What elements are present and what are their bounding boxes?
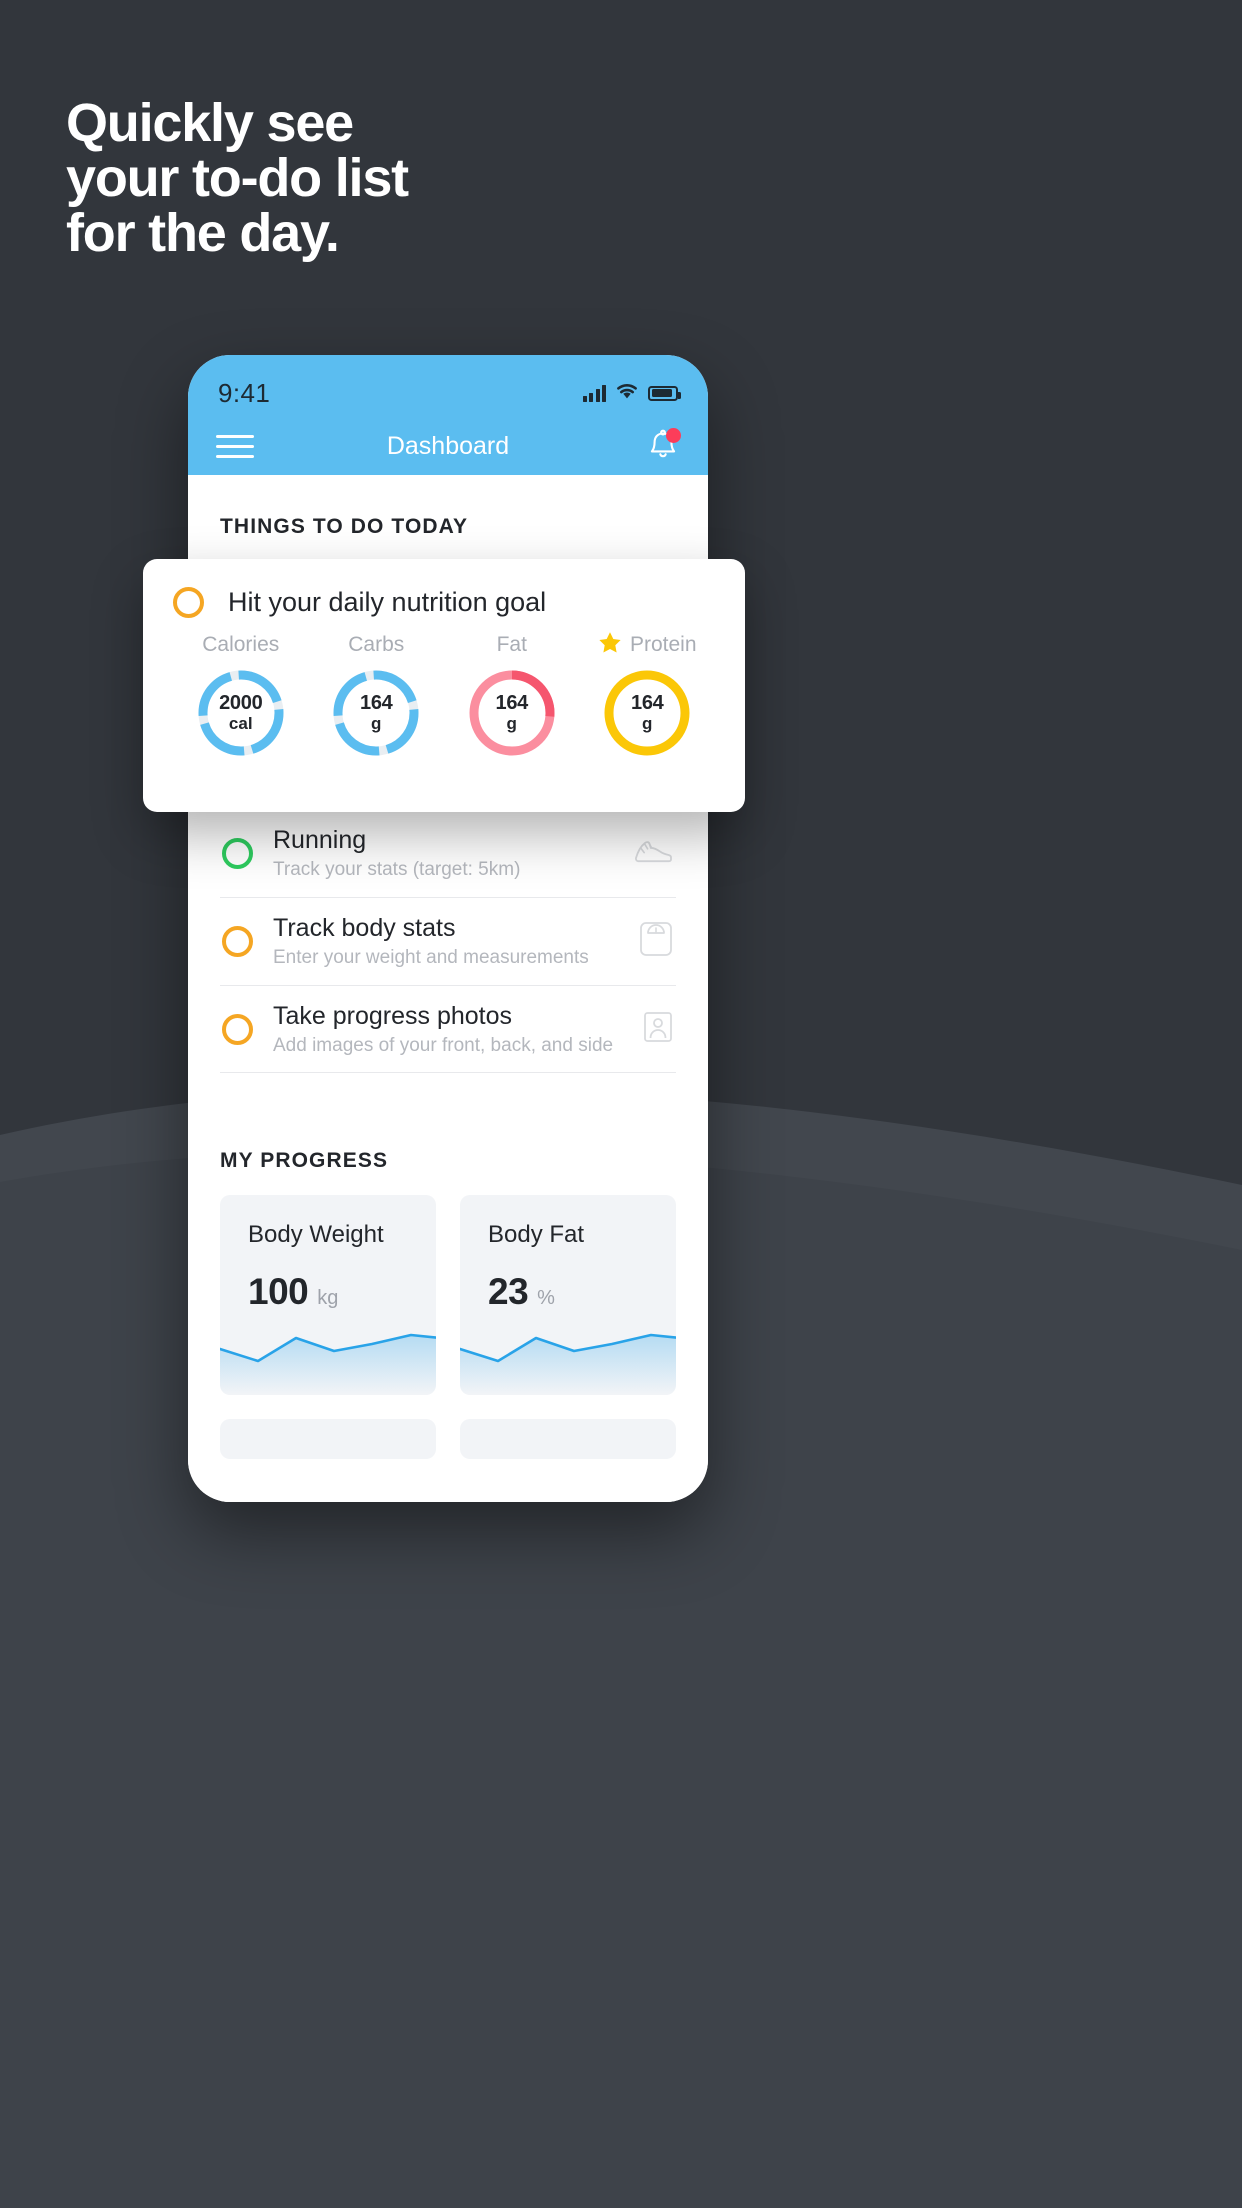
hamburger-menu-icon[interactable]	[216, 434, 254, 458]
task-title: Take progress photos	[273, 1001, 513, 1030]
macro-carbs[interactable]: Carbs 164 g	[309, 632, 445, 760]
progress-card-grid-next-row	[188, 1395, 708, 1460]
task-title: Running	[273, 826, 367, 854]
running-shoe-icon	[630, 834, 674, 873]
nutrition-card-header: Hit your daily nutrition goal	[173, 587, 715, 618]
progress-card-unit: kg	[317, 1287, 339, 1310]
task-text: Take progress photos Add images of your …	[273, 1002, 632, 1058]
macro-unit: cal	[228, 713, 253, 733]
task-subtitle: Add images of your front, back, and side	[273, 1034, 614, 1056]
task-checkbox-running[interactable]	[222, 838, 253, 870]
macro-protein[interactable]: Protein 164 g	[580, 631, 716, 760]
progress-card-number: 23	[488, 1271, 529, 1313]
nutrition-task-checkbox[interactable]	[173, 587, 204, 618]
nutrition-goal-card[interactable]: Hit your daily nutrition goal Calories 2…	[143, 559, 745, 812]
todo-task-list: Running Track your stats (target: 5km) T…	[188, 809, 708, 1074]
notification-badge	[666, 428, 681, 443]
macro-label: Calories	[202, 633, 280, 656]
todo-section-title: THINGS TO DO TODAY	[220, 515, 469, 538]
battery-icon	[648, 385, 681, 401]
macro-unit: g	[642, 713, 653, 733]
headline-line-3: for the day.	[66, 203, 340, 264]
progress-card-partial-left[interactable]	[220, 1419, 436, 1460]
progress-card-body-weight[interactable]: Body Weight 100 kg	[220, 1195, 436, 1396]
headline-line-1: Quickly see	[66, 93, 354, 153]
macro-label: Carbs	[348, 633, 405, 656]
task-row-take-progress-photos[interactable]: Take progress photos Add images of your …	[220, 984, 676, 1073]
macro-center-text: 2000 cal	[194, 666, 288, 760]
headline-line-2: your to-do list	[66, 148, 409, 209]
body-weight-sparkline	[220, 1334, 436, 1396]
macro-value: 2000	[219, 692, 263, 715]
status-icons	[582, 382, 681, 405]
progress-card-label: Body Fat	[488, 1221, 585, 1249]
task-text: Running Track your stats (target: 5km)	[273, 826, 620, 882]
macro-ring-row: Calories 2000 cal Carbs 164 g Fat 164 g …	[173, 631, 716, 760]
macro-unit: g	[371, 713, 382, 733]
task-subtitle: Enter your weight and measurements	[273, 946, 589, 968]
progress-section-title: MY PROGRESS	[220, 1149, 389, 1173]
macro-value: 164	[631, 692, 664, 715]
nutrition-card-title: Hit your daily nutrition goal	[228, 587, 547, 617]
macro-center-text: 164 g	[329, 666, 423, 760]
nav-bar: Dashboard	[188, 417, 708, 475]
progress-card-number: 100	[248, 1271, 309, 1313]
task-title: Track body stats	[273, 913, 456, 942]
task-subtitle: Track your stats (target: 5km)	[273, 859, 521, 880]
progress-card-value: 23 %	[460, 1249, 676, 1313]
phone-mockup: 9:41 Dashboard THINGS TO DO TODAY Runnin…	[188, 355, 708, 1502]
body-fat-sparkline	[460, 1334, 676, 1396]
fat-progress-ring: 164 g	[465, 666, 559, 760]
macro-center-text: 164 g	[465, 666, 559, 760]
macro-label-protein: Protein	[598, 631, 697, 660]
task-checkbox-track-body-stats[interactable]	[222, 926, 253, 958]
macro-center-text: 164 g	[600, 666, 694, 760]
status-time: 9:41	[218, 377, 271, 408]
macro-value: 164	[495, 692, 529, 715]
status-bar: 9:41	[188, 355, 708, 417]
weight-scale-icon	[638, 920, 674, 963]
progress-card-label: Body Weight	[248, 1221, 384, 1249]
macro-label-text: Protein	[629, 633, 697, 656]
notification-bell-icon[interactable]	[646, 428, 681, 464]
macro-value: 164	[360, 692, 393, 715]
carbs-progress-ring: 164 g	[329, 666, 423, 760]
person-photo-icon	[642, 1010, 674, 1049]
macro-label: Fat	[496, 633, 527, 656]
macro-unit: g	[506, 713, 517, 733]
progress-card-partial-right[interactable]	[460, 1419, 676, 1460]
task-checkbox-take-progress-photos[interactable]	[222, 1013, 253, 1045]
progress-card-body-fat[interactable]: Body Fat 23 %	[460, 1195, 676, 1396]
task-text: Track body stats Enter your weight and m…	[273, 914, 628, 970]
page-title: Dashboard	[386, 431, 510, 460]
progress-card-grid: Body Weight 100 kg Body Fat 23 %	[188, 1173, 708, 1396]
calories-progress-ring: 2000 cal	[194, 666, 288, 760]
star-icon	[598, 631, 622, 660]
progress-card-unit: %	[537, 1287, 555, 1310]
progress-card-value: 100 kg	[220, 1249, 436, 1313]
task-row-running[interactable]: Running Track your stats (target: 5km)	[220, 809, 676, 897]
macro-calories[interactable]: Calories 2000 cal	[173, 632, 309, 760]
task-row-track-body-stats[interactable]: Track body stats Enter your weight and m…	[220, 896, 676, 985]
cellular-signal-icon	[582, 384, 606, 402]
page-headline: Quickly see your to-do list for the day.	[66, 93, 409, 264]
protein-progress-ring: 164 g	[600, 666, 694, 760]
macro-fat[interactable]: Fat 164 g	[444, 632, 580, 760]
wifi-icon	[615, 382, 639, 405]
